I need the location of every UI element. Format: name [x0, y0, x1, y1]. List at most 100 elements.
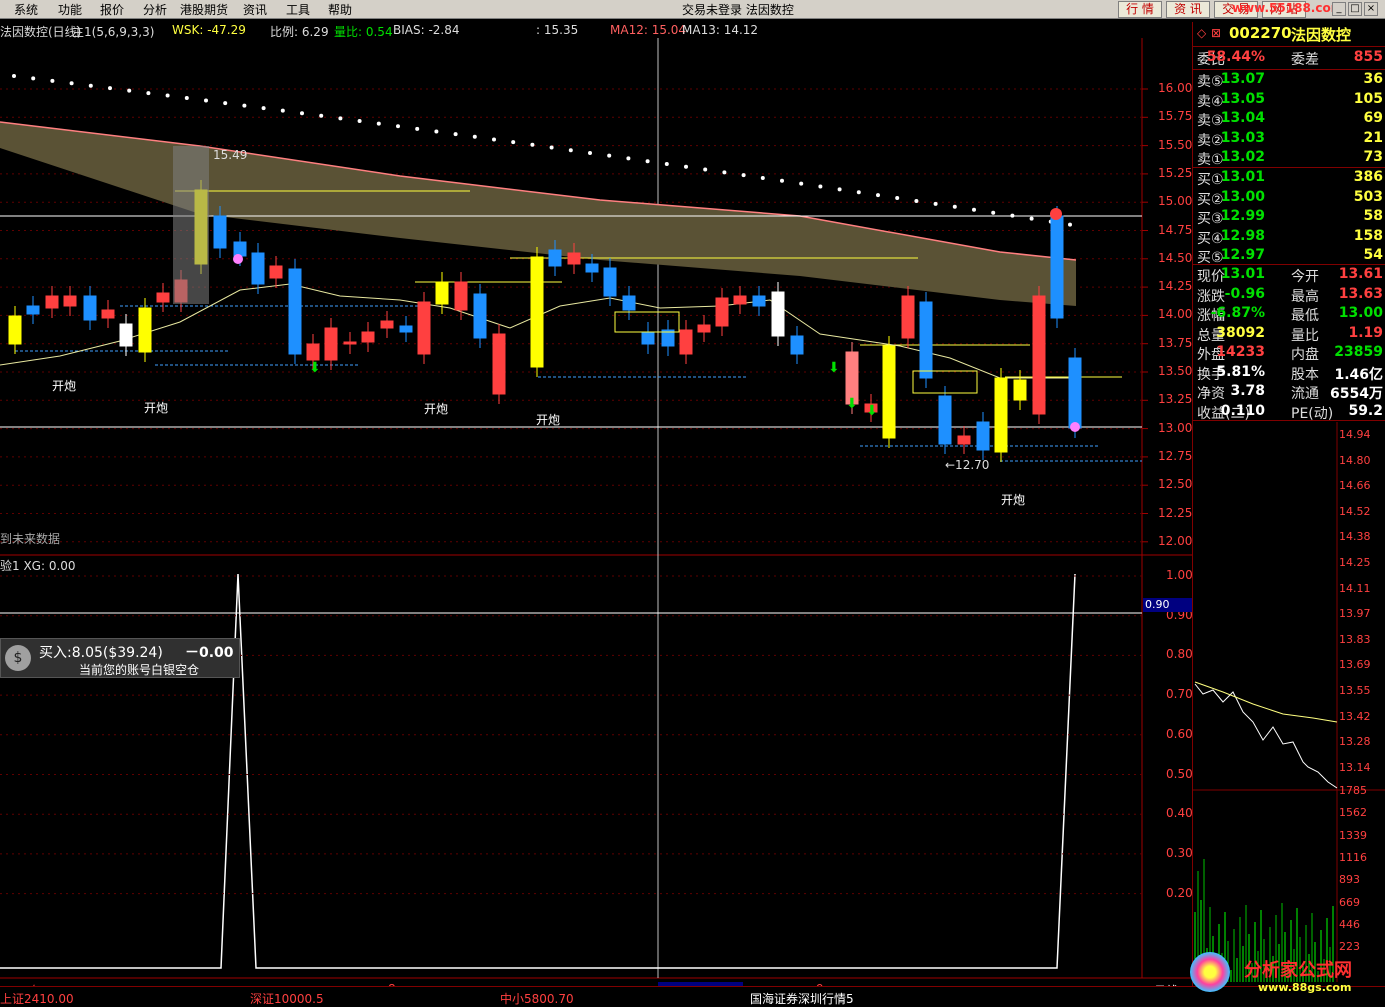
menu-info[interactable]: 资讯: [243, 1, 267, 18]
mini-volume-tick: 1785: [1339, 784, 1367, 797]
mini-volume-tick: 223: [1339, 940, 1360, 954]
kaipao-label: 开炮: [52, 379, 77, 393]
signal-dot-icon: [1070, 422, 1080, 432]
kaipao-label: 开炮: [424, 402, 449, 416]
down-arrow-icon: ⬇: [309, 360, 321, 376]
indicator-tick-label: 0.70: [1166, 687, 1193, 702]
mini-price-tick: 13.69: [1339, 658, 1371, 672]
menu-function[interactable]: 功能: [58, 1, 82, 18]
bid-level-row[interactable]: 买③ 12.99 58: [1197, 208, 1383, 227]
minimize-icon[interactable]: _: [1332, 2, 1346, 16]
mini-volume-tick: 1339: [1339, 828, 1367, 842]
ask-level-row[interactable]: 卖③ 13.04 69: [1197, 110, 1383, 129]
index-sz: 深证10000.5: [250, 992, 324, 1006]
stock-code: 002270: [1229, 24, 1292, 42]
bid-level-row[interactable]: 买① 13.01 386: [1197, 169, 1383, 188]
indicator-title: 验1 XG: 0.00: [0, 559, 76, 573]
price-tick-label: 12.25: [1158, 505, 1193, 520]
broker-info: 国海证券深圳行情5: [750, 992, 854, 1006]
mini-price-tick: 14.11: [1339, 581, 1371, 595]
logo-text: 分析家公式网: [1244, 960, 1352, 981]
down-arrow-icon: ⬇: [866, 403, 878, 419]
bid-level-row[interactable]: 买④ 12.98 158: [1197, 228, 1383, 247]
mini-price-tick: 14.52: [1339, 504, 1371, 518]
ask-level-row[interactable]: 卖② 13.03 21: [1197, 130, 1383, 149]
maximize-icon[interactable]: □: [1348, 2, 1362, 16]
price-tick-label: 15.75: [1158, 109, 1193, 124]
quote-button[interactable]: 行 情: [1118, 1, 1162, 18]
price-tick-label: 13.50: [1158, 364, 1193, 378]
wsk-value: WSK: -47.29: [172, 23, 246, 37]
menu-hk-futures[interactable]: 港股期货: [180, 1, 228, 18]
mini-volume-tick: 893: [1339, 873, 1360, 887]
mini-price-tick: 14.38: [1339, 530, 1371, 544]
mini-price-tick: 13.42: [1339, 709, 1371, 723]
menu-help[interactable]: 帮助: [328, 1, 352, 18]
ask-level-row[interactable]: 卖① 13.02 73: [1197, 149, 1383, 168]
mini-price-tick: 13.83: [1339, 632, 1371, 646]
ask-level-row[interactable]: 卖⑤ 13.07 36: [1197, 71, 1383, 90]
quote-stat-row[interactable]: 总量 38092 量比 1.19: [1197, 325, 1383, 344]
mini-volume-tick: 669: [1339, 895, 1360, 909]
site-watermark: www.55188.com: [1232, 1, 1344, 15]
quote-stat-row[interactable]: 净资 3.78 流通 6554万: [1197, 383, 1383, 402]
indicator-tick-label: 1.00: [1166, 568, 1193, 582]
account-status: 当前您的账号白银空仓: [79, 663, 200, 677]
indicator-current-value: 0.90: [1143, 598, 1193, 612]
quote-stat-row[interactable]: 涨幅 -6.87% 最低 13.00: [1197, 305, 1383, 324]
panel-close-icon[interactable]: ⊠: [1211, 26, 1221, 40]
mini-price-tick: 14.94: [1339, 428, 1371, 441]
bid-level-row[interactable]: 买② 13.00 503: [1197, 189, 1383, 208]
mini-price-tick: 13.55: [1339, 684, 1371, 697]
price-tick-label: 16.00: [1158, 81, 1193, 95]
quote-stat-row[interactable]: 现价 13.01 今开 13.61: [1197, 266, 1383, 285]
status-bar: 上证2410.00 深证10000.5 中小5800.70 国海证券深圳行情5: [0, 986, 1385, 1007]
price-tick-label: 13.75: [1158, 335, 1193, 350]
down-arrow-icon: ⬇: [828, 360, 840, 376]
mini-price-tick: 14.25: [1339, 556, 1371, 569]
price-tick-label: 14.25: [1158, 279, 1193, 294]
price-tick-label: 12.00: [1158, 533, 1193, 548]
bias-value: BIAS: -2.84: [393, 23, 460, 37]
menu-analysis[interactable]: 分析: [143, 1, 167, 18]
close-icon[interactable]: ×: [1364, 2, 1378, 16]
price-tick-label: 15.00: [1158, 194, 1193, 209]
kaipao-label: 开炮: [1001, 493, 1026, 507]
menu-tools[interactable]: 工具: [286, 1, 310, 18]
price-tick-label: 14.50: [1158, 250, 1193, 265]
high-price-marker: 15.49: [213, 148, 248, 162]
menu-quote[interactable]: 报价: [100, 1, 124, 18]
logo-url: www.88gs.com: [1258, 981, 1352, 994]
kaipao-label: 开炮: [536, 413, 561, 427]
price-tick-label: 12.75: [1158, 448, 1193, 463]
kaipao-label: 开炮: [144, 401, 169, 415]
collapse-icon[interactable]: ◇: [1197, 26, 1206, 40]
future-data-label: 到未来数据: [0, 532, 61, 546]
mini-volume-tick: 446: [1339, 917, 1360, 931]
news-button[interactable]: 资 讯: [1166, 1, 1210, 18]
kline-chart[interactable]: ⬇ ⬇ ⬇ ⬇: [0, 38, 1192, 986]
quote-stat-row[interactable]: 外盘 14233 内盘 23859: [1197, 344, 1383, 363]
menu-system[interactable]: 系统: [14, 1, 38, 18]
indicator-tick-label: 0.40: [1166, 806, 1193, 821]
position-toast[interactable]: $ 买入:8.05($39.24) －0.00 当前您的账号白银空仓: [0, 638, 240, 678]
index-sme: 中小5800.70: [500, 992, 574, 1006]
stock-name: 法因数控: [1291, 26, 1352, 44]
ask-level-row[interactable]: 卖④ 13.05 105: [1197, 91, 1383, 110]
down-arrow-icon: ⬇: [846, 396, 858, 412]
quote-stat-row[interactable]: 换手 5.81% 股本 1.46亿: [1197, 364, 1383, 383]
mini-price-tick: 13.28: [1339, 735, 1371, 749]
quote-stat-row[interactable]: 收益(二) 0.110 PE(动) 59.2: [1197, 403, 1383, 422]
money-bag-icon: $: [5, 645, 31, 671]
ma13-value: MA13: 14.12: [682, 23, 759, 37]
signal-dot-icon: [233, 254, 243, 264]
price-tick-label: 12.50: [1158, 477, 1193, 492]
index-sh: 上证2410.00: [0, 992, 74, 1006]
price-tick-label: 15.25: [1158, 165, 1193, 180]
indicator-tick-label: 0.80: [1166, 647, 1193, 662]
price-tick-label: 13.00: [1158, 420, 1193, 435]
price-tick-label: 14.00: [1158, 307, 1193, 322]
menu-bar: 系统 功能 报价 分析 港股期货 资讯 工具 帮助 交易未登录 法因数控 行 情…: [0, 0, 1385, 19]
quote-stat-row[interactable]: 涨跌 -0.96 最高 13.63: [1197, 286, 1383, 305]
indicator-tick-label: 0.50: [1166, 766, 1193, 781]
